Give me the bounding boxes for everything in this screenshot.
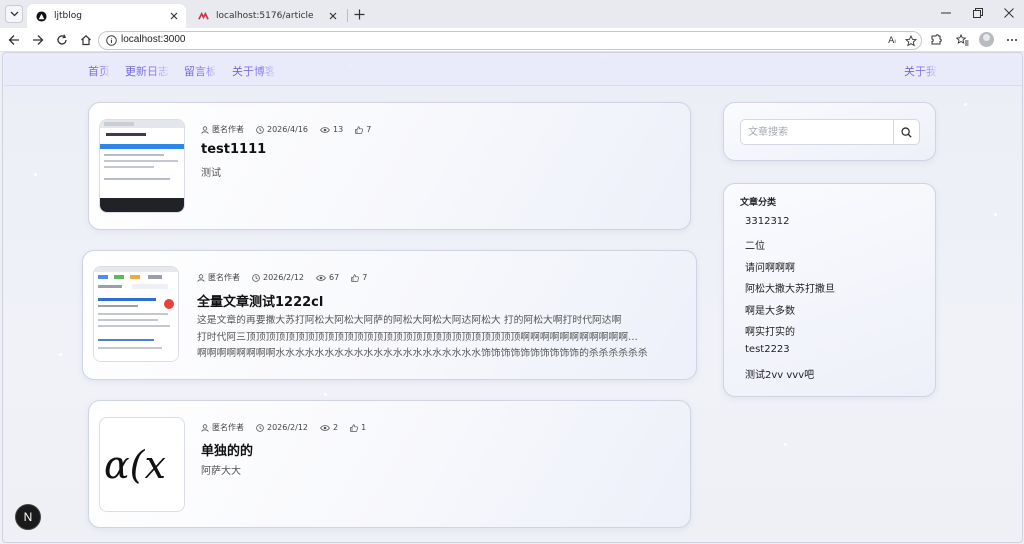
article-date: 2026/4/16 xyxy=(267,125,309,134)
site-nav: 首页 更新日志 留言板 关于博客 关于我 xyxy=(4,53,1022,86)
extensions-icon[interactable] xyxy=(927,31,945,49)
category-item[interactable]: 啊是大多数 xyxy=(745,302,835,323)
read-aloud-icon[interactable]: Aı xyxy=(885,34,899,48)
article-title[interactable]: 单独的的 xyxy=(201,440,253,459)
article-card[interactable]: 匿名作者 2026/4/16 13 7 test1111 测试 xyxy=(88,102,691,230)
nav-link-home[interactable]: 首页 xyxy=(88,63,109,79)
browser-toolbar: localhost:3000 Aı xyxy=(0,28,1024,52)
eye-views-icon xyxy=(320,424,330,431)
article-favicon-icon xyxy=(198,11,209,20)
back-arrow-icon[interactable] xyxy=(5,31,23,49)
article-title[interactable]: 全量文章测试1222cl xyxy=(197,291,323,310)
article-views: 13 xyxy=(333,125,344,134)
thumbs-up-icon xyxy=(350,423,359,432)
clock-icon xyxy=(256,423,264,432)
category-item[interactable]: 测试2vv vvv吧 xyxy=(745,366,835,387)
article-likes: 1 xyxy=(361,423,367,432)
tab-list-chevron-icon[interactable] xyxy=(5,5,23,23)
category-list: 3312312 二位 请问啊啊啊 阿松大撒大苏打撒旦 啊是大多数 啊实打实的 t… xyxy=(745,216,835,387)
article-likes: 7 xyxy=(362,273,368,282)
article-meta: 匿名作者 2026/2/12 67 7 xyxy=(197,272,379,283)
article-excerpt: 测试 xyxy=(201,168,221,179)
minimize-icon[interactable] xyxy=(938,5,954,21)
article-author: 匿名作者 xyxy=(212,125,244,134)
more-menu-icon[interactable] xyxy=(1003,31,1021,49)
article-likes: 7 xyxy=(366,125,372,134)
category-item[interactable]: 请问啊啊啊 xyxy=(745,259,835,280)
favorites-list-icon[interactable] xyxy=(953,31,971,49)
browser-tab-bar: ljtblog localhost:5176/article xyxy=(0,0,1024,28)
thumbs-up-icon xyxy=(355,125,364,134)
article-thumbnail xyxy=(93,266,179,362)
category-panel: 文章分类 3312312 二位 请问啊啊啊 阿松大撒大苏打撒旦 啊是大多数 啊实… xyxy=(723,183,936,397)
article-thumbnail xyxy=(99,119,185,213)
page-viewport: 首页 更新日志 留言板 关于博客 关于我 匿名作者 2026/4/16 13 7… xyxy=(4,53,1022,541)
article-views: 2 xyxy=(333,423,339,432)
thumbs-up-icon xyxy=(351,273,360,282)
article-date: 2026/2/12 xyxy=(263,273,305,282)
article-excerpt: 阿萨大大 xyxy=(201,466,241,477)
eye-views-icon xyxy=(316,274,326,281)
article-date: 2026/2/12 xyxy=(267,423,309,432)
new-tab-plus-icon[interactable] xyxy=(351,6,367,22)
search-panel xyxy=(723,102,936,161)
article-views: 67 xyxy=(329,273,340,282)
article-excerpt: 这是文章的再要撒大苏打阿松大阿松大阿萨的阿松大阿松大阿达阿松大 打的阿松大啊打时… xyxy=(197,313,677,363)
nav-link-about-me[interactable]: 关于我 xyxy=(904,63,936,79)
article-search-input[interactable] xyxy=(740,119,894,145)
thumbnail-formula: α(x xyxy=(104,442,166,487)
category-item[interactable]: test2223 xyxy=(745,344,835,365)
nav-link-guestbook[interactable]: 留言板 xyxy=(184,63,215,79)
nav-link-changelog[interactable]: 更新日志 xyxy=(125,63,168,79)
category-item[interactable]: 二位 xyxy=(745,237,835,258)
category-panel-title: 文章分类 xyxy=(740,198,777,208)
tab-divider xyxy=(347,9,348,22)
category-item[interactable]: 阿松大撒大苏打撒旦 xyxy=(745,280,835,301)
restore-icon[interactable] xyxy=(970,5,986,21)
forward-arrow-icon[interactable] xyxy=(29,31,47,49)
close-tab-icon[interactable] xyxy=(326,9,340,23)
category-item[interactable]: 3312312 xyxy=(745,216,835,237)
excerpt-line: 这是文章的再要撒大苏打阿松大阿松大阿萨的阿松大阿松大阿达阿松大 打的阿松大啊打时… xyxy=(197,315,622,326)
nav-link-about-blog[interactable]: 关于博客 xyxy=(232,63,274,79)
profile-avatar-icon[interactable] xyxy=(979,32,994,47)
reload-icon[interactable] xyxy=(53,31,71,49)
eye-views-icon xyxy=(320,126,330,133)
close-tab-icon[interactable] xyxy=(167,9,181,23)
close-window-icon[interactable] xyxy=(1001,5,1017,21)
author-user-icon xyxy=(201,423,209,432)
article-meta: 匿名作者 2026/4/16 13 7 xyxy=(201,124,383,135)
clock-icon xyxy=(252,273,260,282)
author-user-icon xyxy=(201,125,209,134)
excerpt-line: 啊啊啊啊啊啊啊啊水水水水水水水水水水水水水水水水水水水水水饰饰饰饰饰饰饰饰饰饰的… xyxy=(197,348,648,359)
article-author: 匿名作者 xyxy=(208,273,240,282)
home-icon[interactable] xyxy=(77,31,95,49)
nextjs-dev-badge[interactable]: N xyxy=(15,504,41,530)
favorite-star-icon[interactable] xyxy=(904,34,918,48)
address-bar[interactable]: localhost:3000 Aı xyxy=(98,31,922,50)
blog-favicon-icon xyxy=(36,10,47,22)
article-card[interactable]: α(x 匿名作者 2026/2/12 2 1 单独的的 阿萨大大 xyxy=(88,400,691,528)
site-info-icon[interactable] xyxy=(105,34,118,47)
tab-title: localhost:5176/article xyxy=(216,11,314,21)
article-card[interactable]: 匿名作者 2026/2/12 67 7 全量文章测试1222cl 这是文章的再要… xyxy=(82,250,697,380)
article-author: 匿名作者 xyxy=(212,423,244,432)
tab-article[interactable]: localhost:5176/article xyxy=(189,4,345,28)
url-text: localhost:3000 xyxy=(121,34,186,45)
excerpt-line: 打时代阿三顶顶顶顶顶顶顶顶顶顶顶顶顶顶顶顶顶顶顶顶顶顶顶顶顶顶顶顶啊啊啊啊啊啊啊… xyxy=(197,331,638,343)
tab-title: ljtblog xyxy=(54,11,82,21)
article-meta: 匿名作者 2026/2/12 2 1 xyxy=(201,422,378,433)
article-thumbnail: α(x xyxy=(99,417,185,512)
author-user-icon xyxy=(197,273,205,282)
article-title[interactable]: test1111 xyxy=(201,142,266,157)
clock-icon xyxy=(256,125,264,134)
category-item[interactable]: 啊实打实的 xyxy=(745,323,835,344)
tab-ljtblog[interactable]: ljtblog xyxy=(27,4,186,28)
search-icon xyxy=(901,126,912,138)
search-button[interactable] xyxy=(893,119,920,145)
